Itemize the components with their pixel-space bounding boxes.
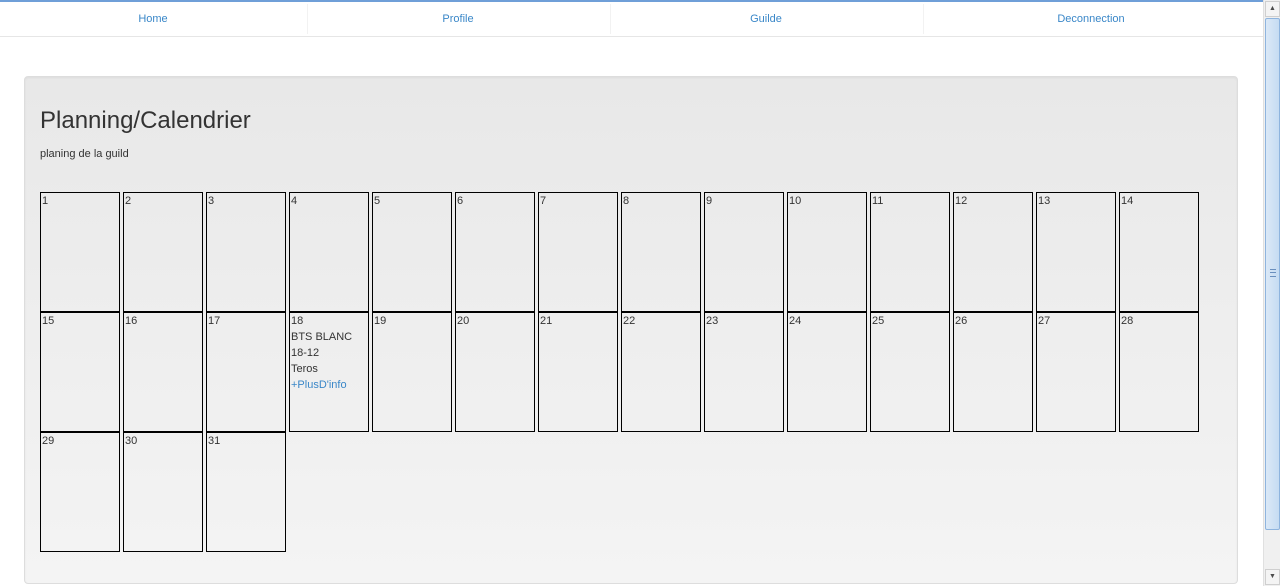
calendar-day-cell: 12	[953, 192, 1033, 312]
event-author: Teros	[291, 363, 318, 375]
top-navbar: Home Profile Guilde Deconnection	[0, 2, 1263, 37]
calendar-day-cell: 4	[289, 192, 369, 312]
scrollbar-thumb[interactable]	[1265, 18, 1280, 530]
calendar-day-number: 11	[872, 195, 884, 207]
calendar-day-number: 14	[1121, 195, 1134, 207]
calendar-day-number: 19	[374, 315, 387, 327]
calendar-day-cell: 27	[1036, 312, 1116, 432]
nav-deconnection-link[interactable]: Deconnection	[924, 2, 1258, 36]
calendar-day-cell: 6	[455, 192, 535, 312]
calendar-day-cell: 10	[787, 192, 867, 312]
calendar-day-cell: 21	[538, 312, 618, 432]
event-more-info-link[interactable]: +PlusD'info	[291, 377, 367, 393]
calendar-day-number: 12	[955, 195, 968, 207]
calendar-day-number: 20	[457, 315, 470, 327]
calendar-day-number: 4	[291, 195, 298, 207]
calendar-day-cell: 31	[206, 432, 286, 552]
calendar-day-number: 13	[1038, 195, 1051, 207]
page-title: Planning/Calendrier	[40, 107, 251, 134]
calendar-day-number: 28	[1121, 315, 1134, 327]
calendar-day-cell: 19	[372, 312, 452, 432]
calendar-day-cell: 26	[953, 312, 1033, 432]
calendar-day-number: 25	[872, 315, 885, 327]
calendar-day-cell: 13	[1036, 192, 1116, 312]
calendar-day-number: 16	[125, 315, 138, 327]
scrollbar-grip-icon	[1270, 269, 1276, 277]
calendar-day-number: 9	[706, 195, 713, 207]
calendar-day-cell: 28	[1119, 312, 1199, 432]
page-subtitle: planing de la guild	[40, 148, 129, 160]
event-date: 18-12	[291, 347, 320, 359]
calendar-day-number: 15	[42, 315, 55, 327]
calendar-day-number: 2	[125, 195, 132, 207]
calendar-day-number: 24	[789, 315, 802, 327]
calendar-day-number: 8	[623, 195, 630, 207]
calendar-day-cell: 17	[206, 312, 286, 432]
calendar-day-cell: 7	[538, 192, 618, 312]
calendar-day-number: 5	[374, 195, 381, 207]
calendar-day-cell: 30	[123, 432, 203, 552]
calendar-day-number: 18	[291, 315, 304, 327]
calendar-day-number: 21	[540, 315, 553, 327]
nav-home-link[interactable]: Home	[0, 2, 306, 36]
scroll-up-arrow-icon[interactable]: ▲	[1265, 1, 1280, 17]
calendar-day-number: 29	[42, 435, 55, 447]
calendar-day-cell: 24	[787, 312, 867, 432]
calendar-day-cell: 16	[123, 312, 203, 432]
calendar-day-number: 17	[208, 315, 221, 327]
scroll-down-arrow-icon[interactable]: ▼	[1265, 569, 1280, 585]
calendar-day-cell: 14	[1119, 192, 1199, 312]
calendar-day-cell: 2	[123, 192, 203, 312]
vertical-scrollbar[interactable]: ▲ ▼	[1263, 0, 1280, 586]
nav-profile-link[interactable]: Profile	[308, 2, 608, 36]
calendar-day-number: 6	[457, 195, 464, 207]
calendar-day-cell: 5	[372, 192, 452, 312]
calendar-day-number: 7	[540, 195, 547, 207]
calendar-day-number: 26	[955, 315, 968, 327]
calendar-day-number: 3	[208, 195, 215, 207]
calendar-day-number: 1	[42, 195, 49, 207]
calendar-day-number: 27	[1038, 315, 1051, 327]
calendar-day-cell: 23	[704, 312, 784, 432]
calendar-day-number: 10	[789, 195, 802, 207]
calendar-day-cell: 8	[621, 192, 701, 312]
calendar-day-cell: 1	[40, 192, 120, 312]
calendar-grid: 1 2 3 4 5 6 7 8 9 10 11 12 13 14 15 16 17 18 BTS BLANC 18-1…	[40, 192, 1202, 554]
event-title: BTS BLANC	[291, 331, 353, 343]
calendar-day-number: 30	[125, 435, 138, 447]
nav-guilde-link[interactable]: Guilde	[611, 2, 921, 36]
calendar-day-number: 23	[706, 315, 719, 327]
browser-viewport: Home Profile Guilde Deconnection Plannin…	[0, 0, 1263, 586]
calendar-day-cell: 20	[455, 312, 535, 432]
calendar-day-cell: 18 BTS BLANC 18-12 Teros +PlusD'info	[289, 312, 369, 432]
calendar-day-cell: 9	[704, 192, 784, 312]
calendar-day-cell: 25	[870, 312, 950, 432]
planning-panel: Planning/Calendrier planing de la guild …	[24, 76, 1238, 584]
calendar-day-cell: 29	[40, 432, 120, 552]
calendar-day-cell: 3	[206, 192, 286, 312]
calendar-day-number: 31	[208, 435, 221, 447]
calendar-day-cell: 22	[621, 312, 701, 432]
calendar-day-cell: 15	[40, 312, 120, 432]
calendar-day-cell: 11	[870, 192, 950, 312]
calendar-day-number: 22	[623, 315, 636, 327]
